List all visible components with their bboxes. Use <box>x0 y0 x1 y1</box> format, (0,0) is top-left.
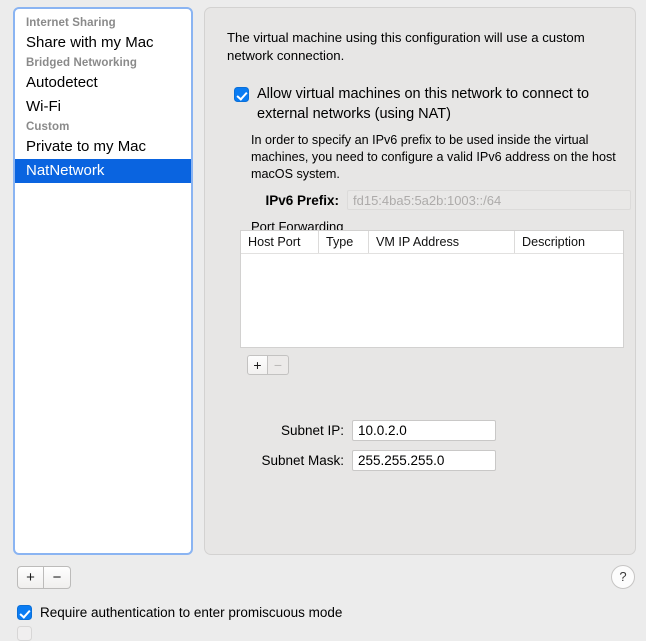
sidebar-item-share-with-my-mac[interactable]: Share with my Mac <box>15 31 191 55</box>
allow-nat-checkbox-row[interactable]: Allow virtual machines on this network t… <box>234 87 619 124</box>
clipped-checkbox-row[interactable] <box>17 626 32 641</box>
ipv6-prefix-label: IPv6 Prefix: <box>251 193 347 208</box>
column-header-description[interactable]: Description <box>515 231 623 253</box>
port-forwarding-remove-button[interactable]: − <box>268 355 289 375</box>
sidebar-group-header-bridged-networking: Bridged Networking <box>15 55 191 71</box>
help-button[interactable]: ? <box>611 565 635 589</box>
column-header-type[interactable]: Type <box>319 231 369 253</box>
promiscuous-mode-checkbox[interactable] <box>17 605 32 620</box>
subnet-mask-label: Subnet Mask: <box>240 453 352 468</box>
configuration-description: The virtual machine using this configura… <box>227 29 617 65</box>
port-forwarding-table-header: Host Port Type VM IP Address Description <box>241 231 623 254</box>
column-header-vm-ip-address[interactable]: VM IP Address <box>369 231 515 253</box>
column-header-host-port[interactable]: Host Port <box>241 231 319 253</box>
sidebar-group-header-custom: Custom <box>15 119 191 135</box>
network-list[interactable]: Internet Sharing Share with my Mac Bridg… <box>15 9 191 183</box>
network-add-remove-buttons[interactable]: + − <box>17 566 71 589</box>
subnet-ip-label: Subnet IP: <box>240 423 352 438</box>
remove-network-button[interactable]: − <box>44 566 71 589</box>
clipped-checkbox[interactable] <box>17 626 32 641</box>
subnet-mask-input[interactable] <box>352 450 496 471</box>
network-list-panel[interactable]: Internet Sharing Share with my Mac Bridg… <box>13 7 193 555</box>
add-network-button[interactable]: + <box>17 566 44 589</box>
allow-nat-label: Allow virtual machines on this network t… <box>257 84 619 124</box>
port-forwarding-table[interactable]: Host Port Type VM IP Address Description <box>240 230 624 348</box>
sidebar-item-autodetect[interactable]: Autodetect <box>15 71 191 95</box>
subnet-ip-input[interactable] <box>352 420 496 441</box>
sidebar-item-wi-fi[interactable]: Wi-Fi <box>15 95 191 119</box>
ipv6-prefix-input[interactable] <box>347 190 631 210</box>
port-forwarding-table-body[interactable] <box>241 254 623 348</box>
subnet-mask-row: Subnet Mask: <box>240 450 496 471</box>
promiscuous-mode-label: Require authentication to enter promiscu… <box>40 605 342 620</box>
subnet-ip-row: Subnet IP: <box>240 420 496 441</box>
sidebar-item-private-to-my-mac[interactable]: Private to my Mac <box>15 135 191 159</box>
sidebar-group-header-internet-sharing: Internet Sharing <box>15 15 191 31</box>
port-forwarding-add-button[interactable]: + <box>247 355 268 375</box>
promiscuous-mode-checkbox-row[interactable]: Require authentication to enter promiscu… <box>17 605 342 620</box>
allow-nat-checkbox[interactable] <box>234 87 249 102</box>
ipv6-prefix-row: IPv6 Prefix: <box>251 190 631 210</box>
sidebar-item-natnetwork[interactable]: NatNetwork <box>15 159 191 183</box>
ipv6-note-text: In order to specify an IPv6 prefix to be… <box>251 132 629 183</box>
port-forwarding-buttons[interactable]: + − <box>247 355 289 375</box>
